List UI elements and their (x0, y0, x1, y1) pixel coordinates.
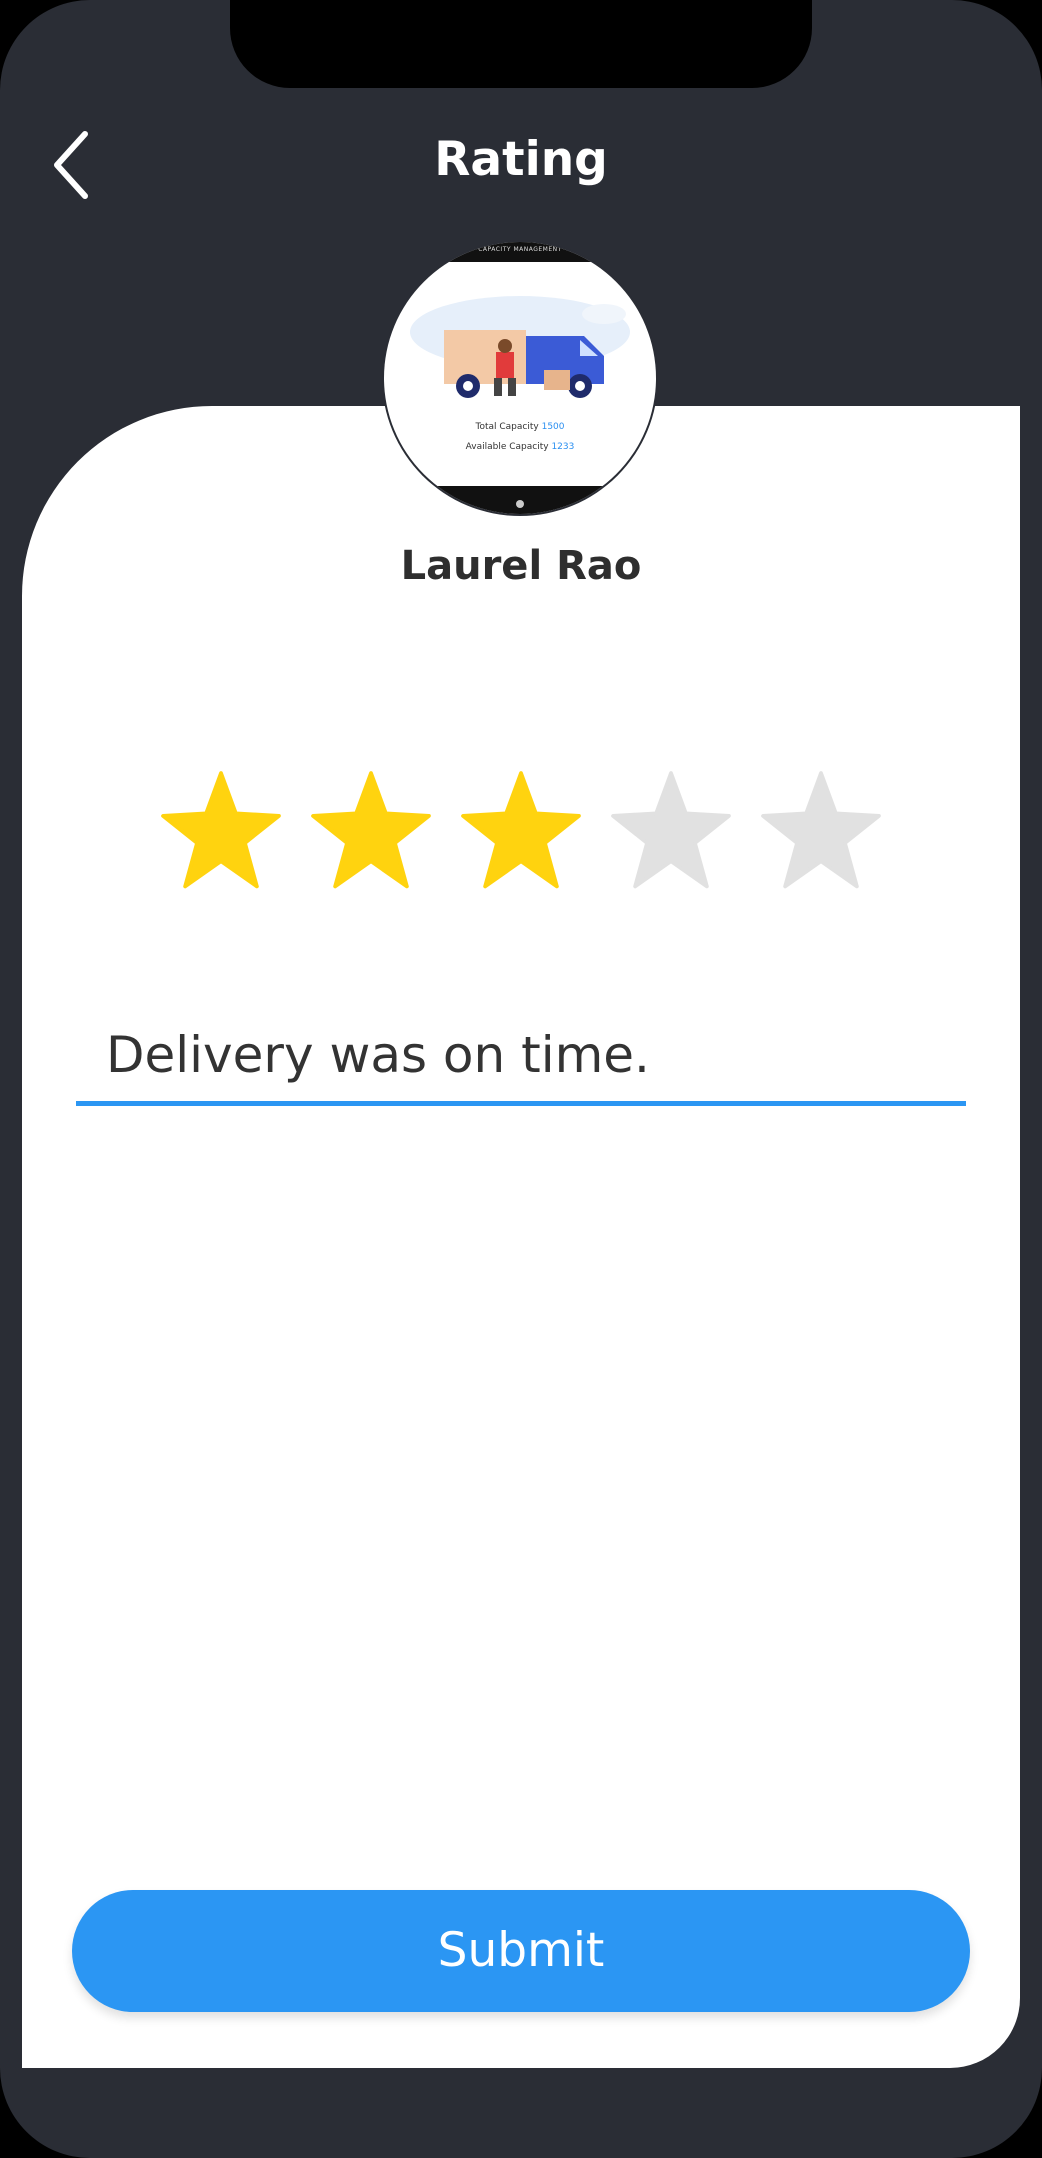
star-rating[interactable] (158, 768, 888, 894)
page-title: Rating (434, 132, 608, 187)
avatar-available-capacity: Available Capacity 1233 (465, 442, 575, 452)
avatar: CAPACITY MANAGEMENT Total Capacity 1500 … (384, 242, 656, 514)
rating-card (22, 406, 1020, 2068)
avatar-camera-dot (516, 500, 524, 508)
star-icon[interactable] (758, 768, 884, 894)
star-icon[interactable] (458, 768, 584, 894)
star-icon[interactable] (608, 768, 734, 894)
device-notch (230, 0, 812, 88)
star-icon[interactable] (158, 768, 284, 894)
delivery-truck-illustration (410, 296, 630, 398)
submit-button[interactable]: Submit (72, 1890, 970, 2012)
driver-name: Laurel Rao (400, 543, 642, 589)
comment-input[interactable] (106, 1016, 946, 1094)
avatar-header-text: CAPACITY MANAGEMENT (478, 246, 562, 253)
star-icon[interactable] (308, 768, 434, 894)
comment-field[interactable] (76, 1002, 966, 1106)
avatar-total-capacity: Total Capacity 1500 (475, 422, 565, 432)
phone-frame: Rating CAPACITY MANAGEMENT Total Capacit… (0, 0, 1042, 2158)
